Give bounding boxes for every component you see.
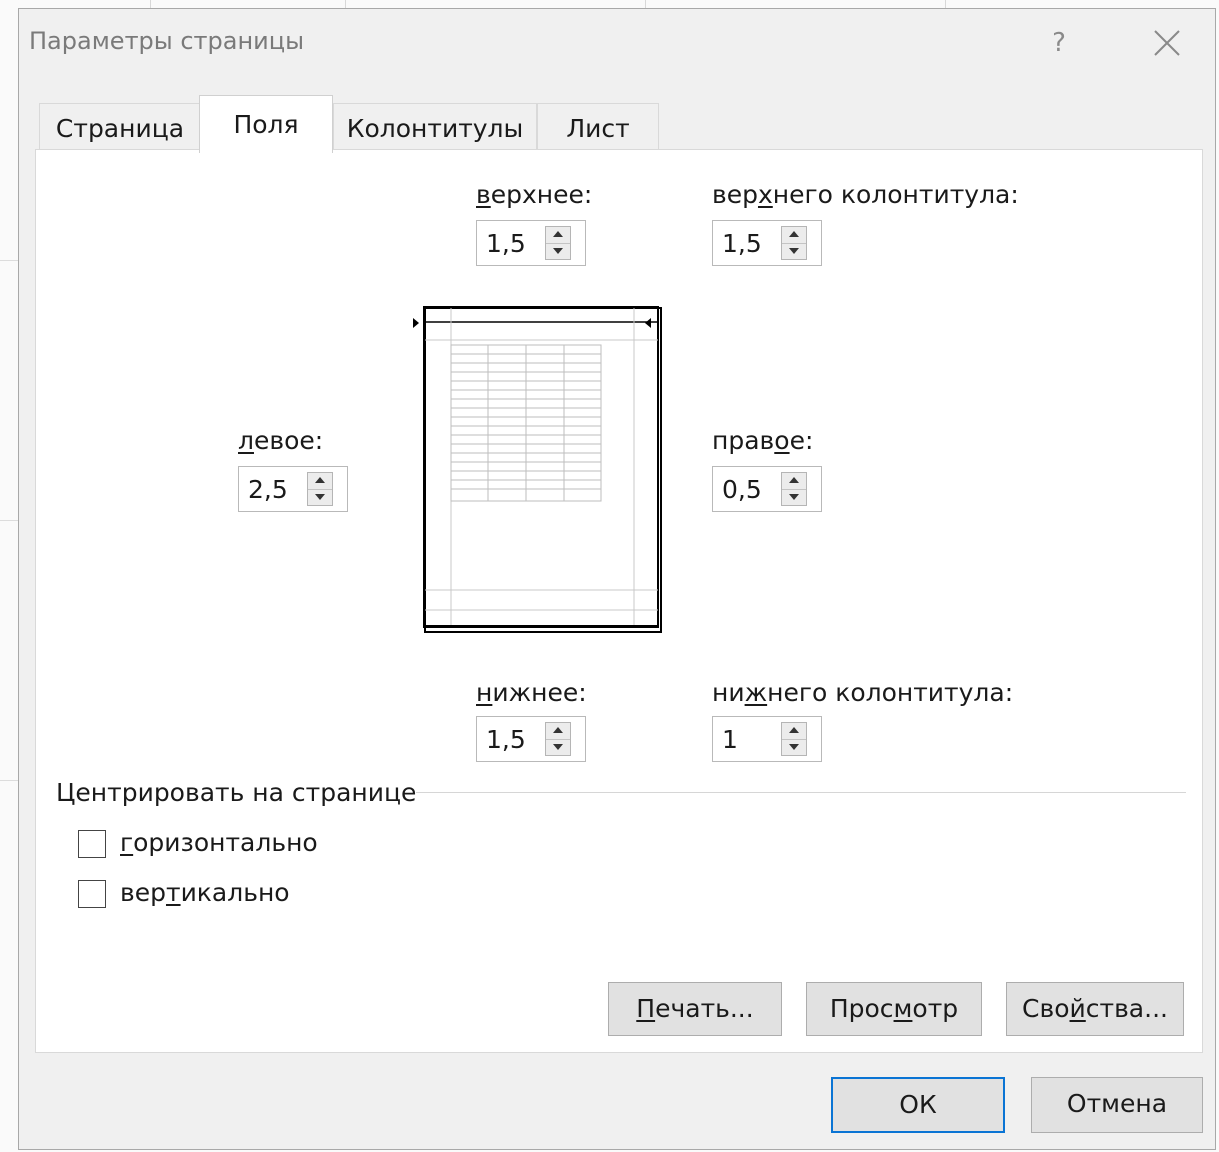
right-margin-input[interactable] — [713, 467, 779, 511]
bottom-margin-input[interactable] — [477, 717, 543, 761]
spin-down-button[interactable] — [546, 739, 570, 755]
grid-line — [0, 520, 18, 521]
tab-sheet[interactable]: Лист — [537, 103, 659, 153]
cancel-button[interactable]: Отмена — [1031, 1077, 1203, 1133]
tab-header-footer[interactable]: Колонтитулы — [333, 103, 537, 153]
page-setup-dialog: Параметры страницы ? Страница Поля Колон… — [18, 8, 1216, 1150]
spin-buttons — [307, 472, 333, 506]
spin-down-button[interactable] — [782, 243, 806, 259]
tab-margins[interactable]: Поля — [199, 95, 333, 153]
tab-label: Поля — [233, 110, 299, 139]
bottom-margin-spinner — [476, 716, 586, 762]
arrow-up-icon — [315, 477, 325, 483]
spin-buttons — [781, 472, 807, 506]
spin-up-button[interactable] — [782, 473, 806, 490]
footer-margin-input[interactable] — [713, 717, 779, 761]
checkbox-box[interactable] — [78, 830, 106, 858]
top-margin-label: верхнее: — [476, 180, 593, 209]
center-horizontal-checkbox[interactable]: горизонтально — [78, 828, 338, 862]
properties-button[interactable]: Свойства... — [1006, 982, 1184, 1036]
spin-up-button[interactable] — [546, 723, 570, 740]
center-vertical-checkbox[interactable]: вертикально — [78, 878, 318, 912]
footer-margin-label: нижнего колонтитула: — [712, 678, 1014, 707]
arrow-down-icon — [789, 744, 799, 750]
right-margin-spinner — [712, 466, 822, 512]
spin-down-button[interactable] — [546, 243, 570, 259]
spin-buttons — [545, 226, 571, 260]
spin-buttons — [781, 226, 807, 260]
header-marker-left-icon — [413, 318, 419, 328]
title-bar: Параметры страницы ? — [19, 9, 1215, 77]
spin-up-button[interactable] — [308, 473, 332, 490]
arrow-up-icon — [789, 727, 799, 733]
header-margin-label: верхнего колонтитула: — [712, 180, 1019, 209]
top-margin-spinner — [476, 220, 586, 266]
checkbox-box[interactable] — [78, 880, 106, 908]
dialog-title: Параметры страницы — [29, 27, 305, 55]
print-button[interactable]: Печать... — [608, 982, 782, 1036]
header-margin-spinner — [712, 220, 822, 266]
right-margin-label: правое: — [712, 426, 814, 455]
spin-down-button[interactable] — [308, 489, 332, 505]
spin-up-button[interactable] — [782, 227, 806, 244]
grid-line — [0, 780, 18, 781]
spin-buttons — [781, 722, 807, 756]
group-divider — [416, 792, 1186, 793]
footer-margin-spinner — [712, 716, 822, 762]
help-icon: ? — [1052, 28, 1066, 58]
arrow-up-icon — [553, 231, 563, 237]
preview-button[interactable]: Просмотр — [806, 982, 982, 1036]
arrow-up-icon — [553, 727, 563, 733]
arrow-up-icon — [789, 477, 799, 483]
arrow-down-icon — [553, 248, 563, 254]
page-preview — [423, 306, 662, 633]
left-margin-spinner — [238, 466, 348, 512]
tab-label: Страница — [55, 114, 185, 143]
help-button[interactable]: ? — [1034, 21, 1084, 65]
spin-down-button[interactable] — [782, 739, 806, 755]
arrow-down-icon — [789, 494, 799, 500]
left-margin-input[interactable] — [239, 467, 305, 511]
arrow-down-icon — [789, 248, 799, 254]
spin-down-button[interactable] — [782, 489, 806, 505]
spin-up-button[interactable] — [782, 723, 806, 740]
arrow-down-icon — [553, 744, 563, 750]
arrow-up-icon — [789, 231, 799, 237]
spin-up-button[interactable] — [546, 227, 570, 244]
close-button[interactable] — [1139, 21, 1195, 65]
left-margin-label: левое: — [238, 426, 324, 455]
tab-label: Лист — [566, 114, 630, 143]
tab-page[interactable]: Страница — [39, 103, 201, 153]
header-margin-input[interactable] — [713, 221, 779, 265]
bottom-margin-label: нижнее: — [476, 678, 587, 707]
close-icon — [1154, 30, 1180, 56]
arrow-down-icon — [315, 494, 325, 500]
tab-label: Колонтитулы — [346, 114, 524, 143]
checkbox-label: вертикально — [120, 878, 290, 907]
checkbox-label: горизонтально — [120, 828, 318, 857]
header-marker-right-icon — [645, 318, 651, 328]
top-margin-input[interactable] — [477, 221, 543, 265]
spin-buttons — [545, 722, 571, 756]
margins-panel: верхнее: верхнего колонтитула: левое: — [35, 149, 1203, 1053]
ok-button[interactable]: ОК — [831, 1077, 1005, 1133]
grid-line — [0, 260, 18, 261]
center-group-title: Центрировать на странице — [56, 778, 417, 807]
